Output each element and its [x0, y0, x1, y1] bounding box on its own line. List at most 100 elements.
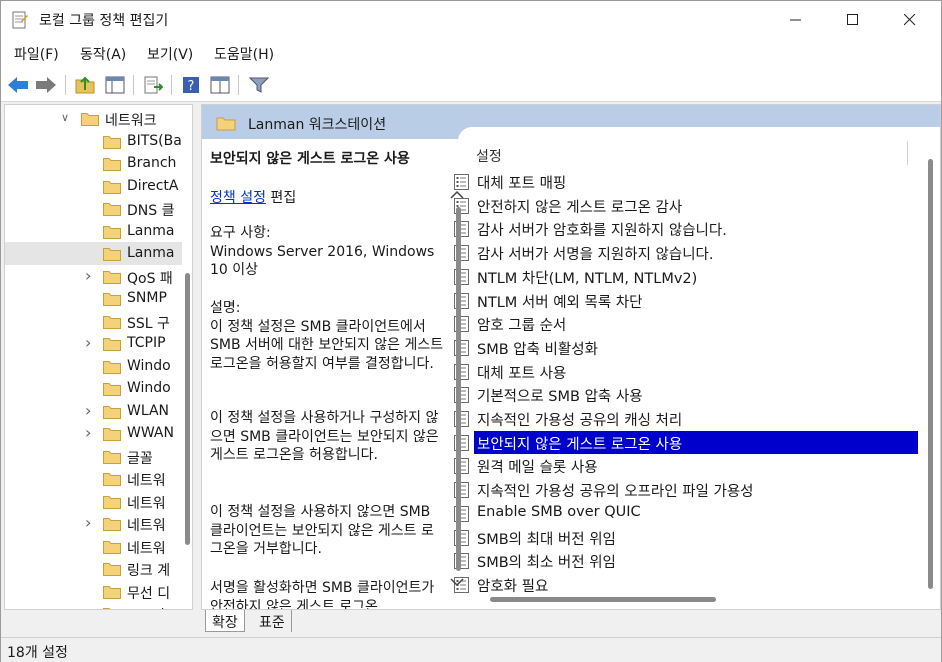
- list-right-scrollbar[interactable]: [924, 139, 938, 609]
- chevron-right-icon[interactable]: ›: [85, 401, 95, 420]
- setting-row[interactable]: SMB 압축 비활성화: [454, 336, 918, 360]
- forward-button[interactable]: [34, 73, 58, 97]
- menu-help[interactable]: 도움말(H): [214, 44, 274, 64]
- tree-scrollbar-thumb[interactable]: [185, 273, 190, 545]
- tab-standard[interactable]: 표준: [253, 610, 292, 632]
- setting-row[interactable]: Enable SMB over QUIC: [454, 502, 918, 526]
- menu-view[interactable]: 보기(V): [147, 44, 193, 64]
- edit-policy-link[interactable]: 정책 설정: [210, 190, 266, 206]
- setting-row[interactable]: 지속적인 가용성 공유의 오프라인 파일 가용성: [454, 478, 918, 502]
- toolbar-separator: [65, 75, 66, 95]
- settings-column-header[interactable]: 설정: [476, 146, 502, 166]
- list-scrollbar-thumb[interactable]: [456, 207, 461, 571]
- folder-icon: [103, 158, 121, 171]
- settings-list: 설정 대체 포트 매핑안전하지 않은 게스트 로그온 감사 감사 서버가 암호화를…: [446, 139, 918, 609]
- tree-item[interactable]: 무선 디: [5, 580, 192, 603]
- minimize-button[interactable]: [773, 1, 819, 39]
- setting-row[interactable]: NTLM 서버 예외 목록 차단: [454, 289, 918, 313]
- tab-extended[interactable]: 확장: [205, 610, 245, 632]
- tree-item-label: 네트워크: [105, 113, 157, 129]
- tree-item[interactable]: ∨ 네트워크: [5, 107, 192, 130]
- folder-icon: [103, 248, 121, 261]
- setting-row[interactable]: 감사 서버가 암호화를 지원하지 않습니다.: [454, 217, 918, 241]
- navigation-tree[interactable]: ∨ 네트워크 BITS(Ba Branch DirectA DNS 클 Lanma Lanma…: [4, 104, 193, 610]
- filter-button[interactable]: [247, 73, 271, 97]
- tree-item-label: DNS 클: [127, 203, 175, 219]
- setting-row[interactable]: 감사 서버가 서명을 지원하지 않습니다.: [454, 241, 918, 265]
- toolbar-separator: [133, 75, 134, 95]
- chevron-right-icon[interactable]: ›: [85, 333, 95, 352]
- tree-item[interactable]: 글꼴: [5, 445, 192, 468]
- setting-row[interactable]: 안전하지 않은 게스트 로그온 감사: [454, 194, 918, 218]
- setting-row[interactable]: 지속적인 가용성 공유의 캐싱 처리: [454, 407, 918, 431]
- status-text: 18개 설정: [7, 645, 68, 661]
- back-button[interactable]: [6, 73, 30, 97]
- tree-item[interactable]: › QoS 패: [5, 265, 192, 288]
- properties-view-button[interactable]: [208, 73, 232, 97]
- tree-item[interactable]: Lanma: [5, 220, 192, 243]
- tree-item[interactable]: Windo: [5, 355, 192, 378]
- export-list-button[interactable]: [141, 73, 165, 97]
- setting-row[interactable]: 보안되지 않은 게스트 로그온 사용: [454, 430, 918, 455]
- tree-item[interactable]: 오프라: [5, 602, 192, 609]
- tree-item[interactable]: › TCPIP: [5, 332, 192, 355]
- setting-row[interactable]: 대체 포트 매핑: [454, 170, 918, 194]
- tree-item-label: 링크 계: [127, 563, 171, 579]
- tree-item[interactable]: › WLAN: [5, 400, 192, 423]
- tree-item[interactable]: Lanma: [5, 242, 192, 265]
- setting-row[interactable]: 암호 그룹 순서: [454, 312, 918, 336]
- column-separator[interactable]: [907, 141, 908, 165]
- chevron-right-icon[interactable]: ›: [85, 513, 95, 532]
- scroll-up-icon[interactable]: [450, 190, 464, 200]
- setting-row[interactable]: 암호화 필요: [454, 573, 918, 597]
- tree-item[interactable]: 네트워: [5, 490, 192, 513]
- title-bar: 로컬 그룹 정책 편집기: [1, 1, 941, 39]
- chevron-right-icon[interactable]: ›: [85, 266, 95, 285]
- setting-row[interactable]: SMB의 최소 버전 위임: [454, 549, 918, 573]
- description-paragraph: 이 정책 설정을 사용하지 않으면 SMB 클라이언트는 보안되지 않은 게스트…: [210, 504, 434, 558]
- folder-icon: [103, 518, 121, 531]
- tree-item-label: 글꼴: [127, 450, 153, 467]
- tree-item[interactable]: 네트워: [5, 467, 192, 490]
- tree-item[interactable]: SNMP: [5, 287, 192, 310]
- maximize-button[interactable]: [830, 1, 876, 39]
- help-button[interactable]: ?: [179, 73, 203, 97]
- setting-row[interactable]: 원격 메일 슬롯 사용: [454, 454, 918, 478]
- tree-item-label: 네트워: [127, 473, 166, 489]
- setting-row[interactable]: 대체 포트 사용: [454, 360, 918, 384]
- tree-item[interactable]: DNS 클: [5, 197, 192, 220]
- tree-item[interactable]: Branch: [5, 152, 192, 175]
- minimize-icon: [790, 19, 801, 21]
- tree-item-label: Windo: [127, 380, 171, 396]
- menu-action[interactable]: 동작(A): [80, 44, 126, 64]
- folder-icon: [103, 383, 121, 396]
- tree-item[interactable]: SSL 구: [5, 310, 192, 333]
- setting-row[interactable]: 기본적으로 SMB 압축 사용: [454, 383, 918, 407]
- tree-item[interactable]: DirectA: [5, 175, 192, 198]
- close-button[interactable]: [887, 1, 933, 39]
- tree-scrollbar[interactable]: [182, 105, 192, 609]
- chevron-down-icon[interactable]: ∨: [61, 111, 71, 124]
- tree-item[interactable]: › WWAN: [5, 422, 192, 445]
- show-hide-tree-button[interactable]: [103, 73, 127, 97]
- setting-label: 대체 포트 매핑: [477, 176, 567, 192]
- tree-item[interactable]: Windo: [5, 377, 192, 400]
- tree-item[interactable]: 링크 계: [5, 557, 192, 580]
- tree-item[interactable]: 네트워: [5, 535, 192, 558]
- details-header-title: Lanman 워크스테이션: [248, 117, 387, 133]
- up-folder-button[interactable]: [73, 73, 97, 97]
- setting-label: 보안되지 않은 게스트 로그온 사용: [477, 436, 683, 453]
- tree-item[interactable]: › 네트워: [5, 512, 192, 535]
- list-horizontal-scrollbar-thumb[interactable]: [490, 597, 716, 602]
- chevron-right-icon[interactable]: ›: [85, 423, 95, 442]
- menu-file[interactable]: 파일(F): [14, 44, 59, 64]
- scroll-down-icon[interactable]: [450, 577, 464, 587]
- toolbar-separator: [238, 75, 239, 95]
- tree-item-label: SNMP: [127, 290, 167, 306]
- tree-item-label: QoS 패: [127, 270, 173, 287]
- policy-setting-icon: [454, 174, 469, 190]
- list-right-scrollbar-thumb[interactable]: [928, 159, 933, 589]
- setting-row[interactable]: NTLM 차단(LM, NTLM, NTLMv2): [454, 265, 918, 289]
- tree-item[interactable]: BITS(Ba: [5, 130, 192, 153]
- setting-row[interactable]: SMB의 최대 버전 위임: [454, 526, 918, 550]
